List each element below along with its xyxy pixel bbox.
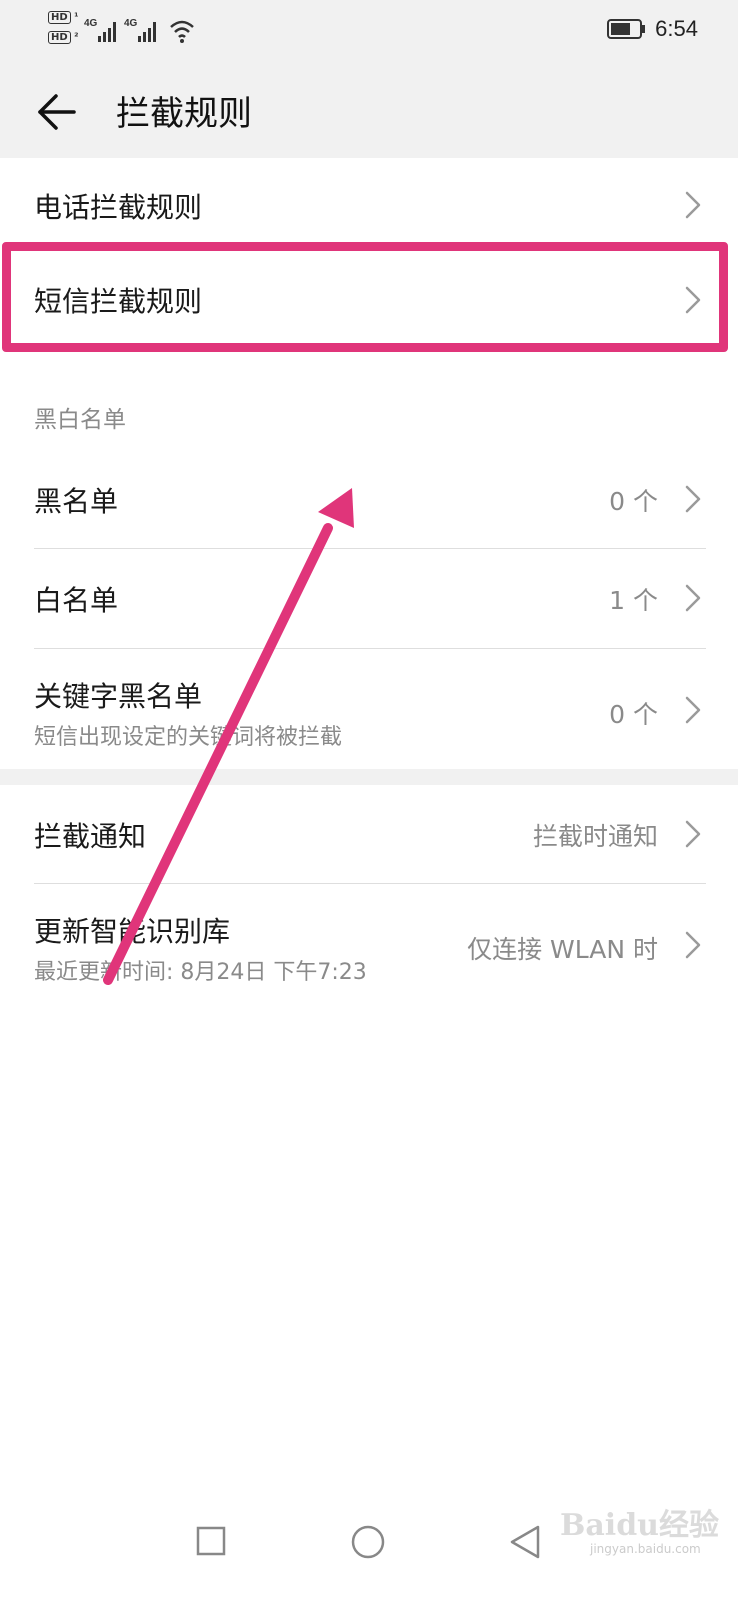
whitelist-item[interactable]: 白名单 1 个 [0, 549, 738, 647]
whitelist-label: 白名单 [34, 584, 119, 617]
chevron-right-icon [685, 820, 701, 848]
svg-text:4G: 4G [84, 18, 98, 29]
hd-icon: HD ² [48, 31, 79, 44]
circle-icon[interactable] [350, 1524, 386, 1560]
sms-rules-label: 短信拦截规则 [34, 285, 203, 318]
chevron-right-icon [685, 931, 701, 959]
notification-label: 拦截通知 [34, 820, 147, 853]
notification-value: 拦截时通知 [532, 822, 658, 851]
wifi-icon [170, 20, 194, 43]
whitelist-count: 1 个 [609, 586, 658, 615]
update-library-label: 更新智能识别库 [34, 915, 231, 948]
keyword-blacklist-item[interactable]: 关键字黑名单 短信出现设定的关键词将被拦截 0 个 [0, 649, 738, 769]
sim-indicators: HD ¹ HD ² [48, 11, 79, 52]
section-separator [0, 769, 738, 785]
clock: 6:54 [655, 16, 698, 41]
update-library-description: 最近更新时间: 8月24日 下午7:23 [34, 960, 367, 985]
square-icon[interactable] [196, 1526, 226, 1556]
call-rules-label: 电话拦截规则 [34, 191, 203, 224]
arrow-left-icon [38, 94, 76, 130]
svg-text:4G: 4G [124, 18, 138, 29]
chevron-right-icon [685, 584, 701, 612]
title-bar: 拦截规则 [0, 62, 738, 158]
battery-icon [607, 19, 646, 39]
section-title: 黑白名单 [34, 407, 126, 433]
interception-notification-item[interactable]: 拦截通知 拦截时通知 [0, 785, 738, 883]
chevron-right-icon [685, 696, 701, 724]
keyword-blacklist-description: 短信出现设定的关键词将被拦截 [34, 725, 343, 750]
update-library-value: 仅连接 WLAN 时 [467, 935, 658, 964]
keyword-blacklist-count: 0 个 [609, 700, 658, 729]
chevron-right-icon [685, 485, 701, 513]
page-title: 拦截规则 [116, 94, 252, 134]
watermark-logo: Baidu经验 [560, 1508, 719, 1543]
signal-icon: 4G [84, 18, 116, 42]
signal-icon: 4G [124, 18, 156, 42]
watermark-url: jingyan.baidu.com [590, 1542, 701, 1556]
blacklist-count: 0 个 [609, 487, 658, 516]
call-rules-item[interactable]: 电话拦截规则 [0, 158, 738, 250]
blacklist-label: 黑名单 [34, 485, 119, 518]
chevron-right-icon [685, 191, 701, 219]
hd-icon: HD ¹ [48, 11, 79, 24]
triangle-back-icon[interactable] [508, 1524, 542, 1560]
update-library-item[interactable]: 更新智能识别库 最近更新时间: 8月24日 下午7:23 仅连接 WLAN 时 [0, 884, 738, 1004]
status-bar: HD ¹ HD ² 4G 4G 6:54 [0, 0, 738, 62]
sms-rules-item[interactable]: 短信拦截规则 [0, 250, 738, 352]
back-button[interactable] [32, 88, 80, 136]
chevron-right-icon [685, 286, 701, 314]
blacklist-item[interactable]: 黑名单 0 个 [0, 452, 738, 548]
keyword-blacklist-label: 关键字黑名单 [34, 680, 203, 713]
